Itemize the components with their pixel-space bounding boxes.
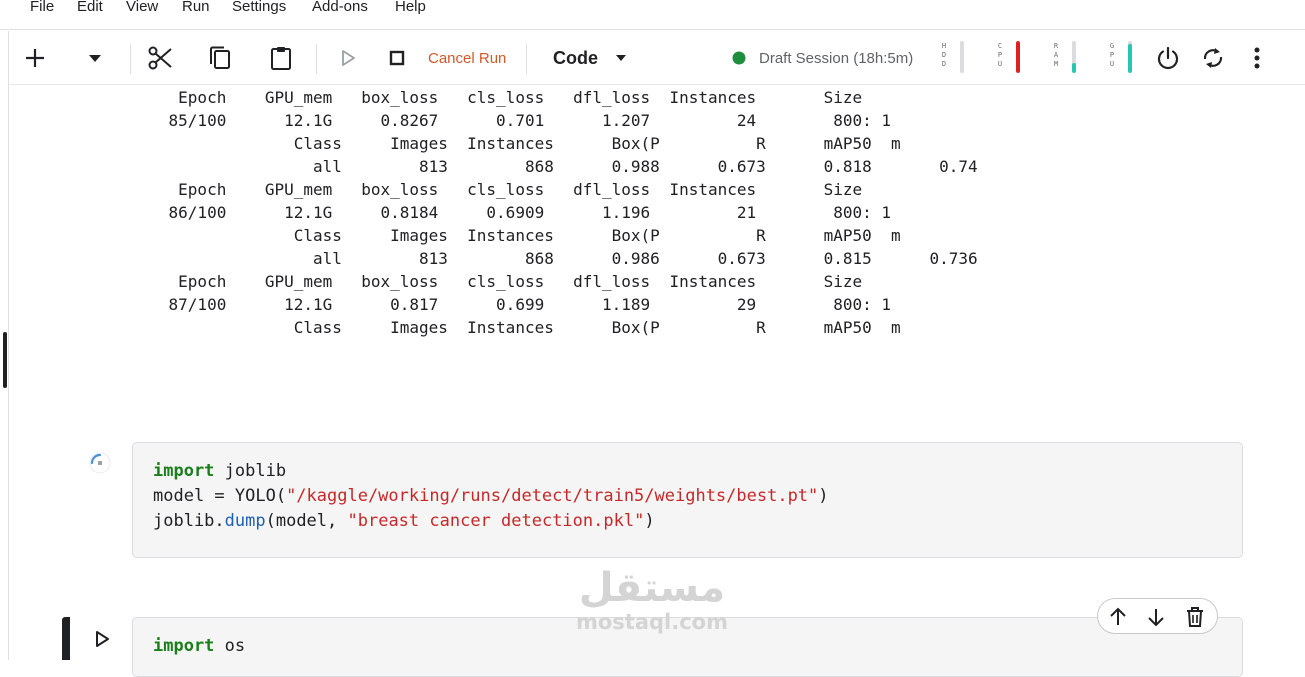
cancel-run-label: Cancel Run: [428, 49, 507, 67]
keyword: import: [153, 636, 215, 656]
plus-icon: [26, 49, 44, 67]
output-line: 85/100 12.1G 0.8267 0.701 1.207 24 800: …: [130, 111, 891, 130]
clipboard-icon: [271, 47, 291, 70]
cell-type-select[interactable]: Code: [553, 31, 631, 85]
cpu-meter: [1016, 41, 1020, 73]
code-cell[interactable]: import os: [132, 617, 1243, 677]
code-text: (model,: [265, 511, 348, 531]
menu-file[interactable]: File: [30, 0, 54, 15]
code-editor[interactable]: import joblib model = YOLO("/kaggle/worki…: [153, 459, 829, 534]
output-line: Class Images Instances Box(P R mAP50 m: [130, 318, 901, 337]
code-text: joblib: [214, 461, 287, 481]
run-cell-play-icon[interactable]: [90, 627, 114, 651]
code-text: joblib.: [153, 511, 225, 531]
code-text: os: [214, 636, 246, 656]
menu-edit[interactable]: Edit: [77, 0, 103, 15]
delete-icon[interactable]: [1183, 605, 1207, 629]
session-label: Draft Session (18h:5m): [759, 49, 914, 67]
stop-icon: [389, 50, 405, 66]
code-text: ): [644, 511, 655, 531]
output-line: 87/100 12.1G 0.817 0.699 1.189 29 800: 1: [130, 295, 891, 314]
ram-meter: [1072, 41, 1076, 73]
more-options-button[interactable]: [1247, 31, 1267, 85]
code-line: model = YOLO("/kaggle/working/runs/detec…: [153, 484, 829, 509]
more-vert-icon: [1254, 47, 1260, 69]
notebook-left-border: [8, 85, 9, 660]
power-icon: [1157, 46, 1179, 70]
output-line: Class Images Instances Box(P R mAP50 m: [130, 134, 901, 153]
caret-down-icon: [616, 55, 626, 61]
output-line: Class Images Instances Box(P R mAP50 m: [130, 226, 901, 245]
session-status[interactable]: Draft Session (18h:5m): [732, 31, 922, 85]
code-cell[interactable]: import joblib model = YOLO("/kaggle/worki…: [132, 442, 1243, 558]
move-down-icon[interactable]: [1144, 605, 1168, 629]
output-line: 86/100 12.1G 0.8184 0.6909 1.196 21 800:…: [130, 203, 891, 222]
move-up-icon[interactable]: [1106, 605, 1130, 629]
menu-add-ons[interactable]: Add-ons: [312, 0, 368, 15]
code-text: model = YOLO(: [153, 486, 287, 506]
restart-icon: [1203, 48, 1223, 68]
cut-cell-button[interactable]: [145, 31, 175, 85]
scissors-icon: [148, 46, 172, 70]
cell-type-label: Code: [553, 47, 598, 68]
restart-button[interactable]: [1199, 31, 1227, 85]
gpu-meter-label: GPU: [1109, 42, 1115, 68]
menu-bar: File Edit View Run Settings Add-ons Help: [0, 0, 1305, 30]
ram-meter-label: RAM: [1053, 42, 1059, 68]
code-editor[interactable]: import os: [153, 634, 245, 659]
hdd-meter-label: HDD: [941, 42, 947, 68]
hdd-meter: [960, 41, 964, 73]
status-dot-icon: [732, 51, 746, 65]
output-line: Epoch GPU_mem box_loss cls_loss dfl_loss…: [130, 180, 863, 199]
cell-output: Epoch GPU_mem box_loss cls_loss dfl_loss…: [130, 86, 978, 339]
code-text: ): [818, 486, 829, 506]
notebook-toolbar: Cancel Run Code Draft Session (18h:5m) H…: [8, 31, 1305, 85]
run-cell-button[interactable]: [337, 31, 359, 85]
copy-icon: [210, 46, 230, 69]
menu-help[interactable]: Help: [395, 0, 426, 15]
copy-cell-button[interactable]: [206, 31, 234, 85]
cancel-run-button[interactable]: Cancel Run: [389, 31, 513, 85]
caret-down-icon: [89, 55, 101, 62]
string-literal: "/kaggle/working/runs/detect/train5/weig…: [286, 486, 819, 506]
gpu-meter: [1128, 41, 1132, 73]
paste-cell-button[interactable]: [267, 31, 295, 85]
code-line: joblib.dump(model, "breast cancer detect…: [153, 509, 829, 534]
output-scroll-indicator[interactable]: [3, 332, 7, 388]
output-line: all 813 868 0.986 0.673 0.815 0.736: [130, 249, 978, 268]
play-icon: [342, 50, 355, 66]
add-cell-dropdown[interactable]: [85, 31, 105, 85]
output-line: Epoch GPU_mem box_loss cls_loss dfl_loss…: [130, 88, 863, 107]
toolbar-divider: [526, 44, 527, 74]
output-line: all 813 868 0.988 0.673 0.818 0.74: [130, 157, 978, 176]
cell-actions-toolbar: [1097, 598, 1218, 634]
output-line: Epoch GPU_mem box_loss cls_loss dfl_loss…: [130, 272, 863, 291]
running-spinner-icon[interactable]: [88, 451, 112, 475]
watermark-arabic: مستقل: [578, 565, 726, 611]
power-button[interactable]: [1154, 31, 1182, 85]
method-name: dump: [224, 511, 266, 531]
toolbar-divider: [130, 44, 131, 74]
string-literal: "breast cancer detection.pkl": [347, 511, 645, 531]
menu-settings[interactable]: Settings: [232, 0, 286, 15]
add-cell-button[interactable]: [21, 31, 49, 85]
cpu-meter-label: CPU: [997, 42, 1003, 68]
toolbar-divider: [316, 44, 317, 74]
menu-view[interactable]: View: [126, 0, 158, 15]
code-line: import os: [153, 634, 245, 659]
menu-run[interactable]: Run: [182, 0, 210, 15]
code-line: import joblib: [153, 459, 829, 484]
keyword: import: [153, 461, 215, 481]
active-cell-indicator: [62, 617, 70, 660]
